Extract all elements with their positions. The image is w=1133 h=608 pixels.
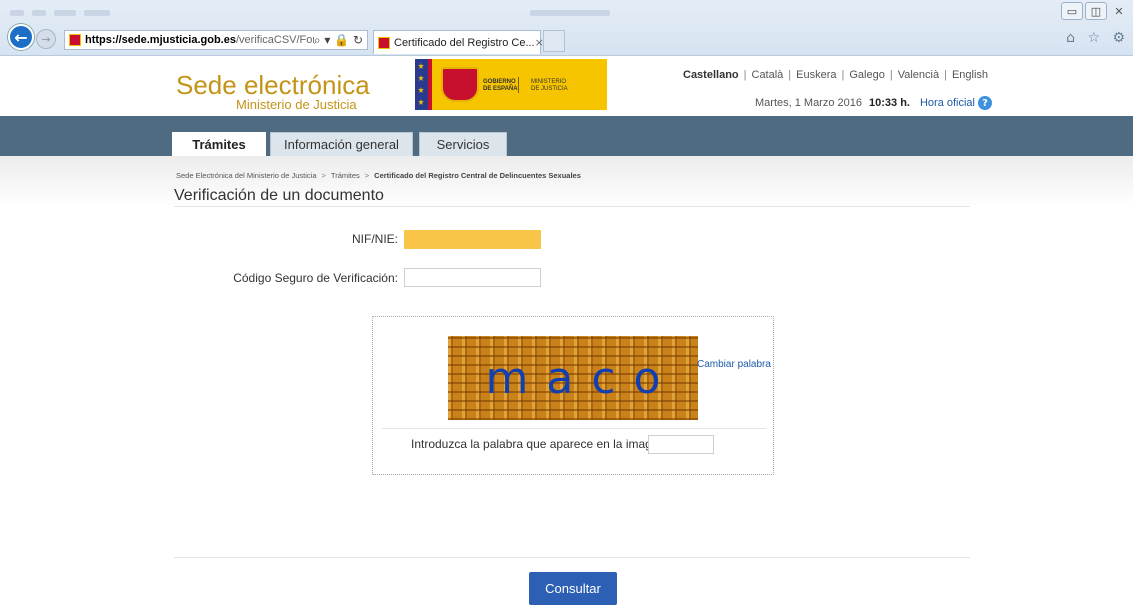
new-tab-button[interactable] [543, 30, 565, 52]
back-icon[interactable]: ← [8, 24, 34, 50]
address-url[interactable]: https://sede.mjusticia.gob.es/verificaCS… [85, 34, 314, 46]
lang-galego[interactable]: Galego [849, 69, 884, 81]
coat-of-arms-icon [441, 67, 479, 102]
captcha-prompt: Introduzca la palabra que aparece en la … [411, 437, 669, 451]
consultar-button[interactable]: Consultar [529, 572, 617, 605]
address-bar[interactable]: https://sede.mjusticia.gob.es/verificaCS… [64, 30, 368, 50]
current-date: Martes, 1 Marzo 2016 [755, 97, 862, 109]
site-logo-subtitle: Ministerio de Justicia [236, 97, 357, 112]
browser-tab[interactable]: Certificado del Registro Ce... × [373, 30, 544, 54]
help-icon[interactable]: ? [978, 96, 992, 110]
captcha-word: maco [485, 352, 679, 404]
ministry-name: MINISTERIO DE JUSTICIA [531, 79, 568, 92]
nif-input[interactable] [404, 230, 541, 249]
captcha-image: maco [448, 336, 698, 420]
browser-chrome: ▭ ◫ ✕ ← → https://sede.mjusticia.gob.es/… [0, 0, 1133, 56]
lang-castellano[interactable]: Castellano [683, 69, 739, 81]
lang-catala[interactable]: Català [752, 69, 784, 81]
breadcrumb: Sede Electrónica del Ministerio de Justi… [176, 171, 581, 180]
divider [174, 206, 970, 207]
address-controls-icon[interactable]: ⌕ ▾ 🔒 ↻ [314, 33, 363, 48]
captcha-divider [382, 428, 766, 429]
csv-label: Código Seguro de Verificación: [233, 271, 398, 285]
tab-tramites[interactable]: Trámites [172, 132, 266, 156]
official-time-link[interactable]: Hora oficial [920, 97, 975, 109]
breadcrumb-current: Certificado del Registro Central de Deli… [374, 171, 581, 180]
lang-valencia[interactable]: Valencià [898, 69, 939, 81]
close-window-button[interactable]: ✕ [1109, 2, 1129, 20]
lang-euskera[interactable]: Euskera [796, 69, 836, 81]
csv-input[interactable] [404, 268, 541, 287]
nif-label: NIF/NIE: [351, 232, 398, 246]
tab-servicios[interactable]: Servicios [419, 132, 507, 156]
language-selector: Castellano | Català | Euskera | Galego | Valenci… [683, 69, 989, 81]
window-controls: ▭ ◫ ✕ [1059, 2, 1129, 20]
gov-name: GOBIERNO DE ESPAÑA [483, 79, 518, 92]
breadcrumb-item[interactable]: Trámites [331, 171, 360, 180]
forward-icon[interactable]: → [36, 29, 56, 49]
title-bar [10, 4, 770, 16]
tab-title: Certificado del Registro Ce... [394, 36, 535, 49]
change-word-link[interactable]: Cambiar palabra [697, 359, 771, 370]
site-favicon-icon [69, 34, 81, 46]
minimize-button[interactable]: ▭ [1061, 2, 1083, 20]
restore-button[interactable]: ◫ [1085, 2, 1107, 20]
government-logo: GOBIERNO DE ESPAÑA MINISTERIO DE JUSTICIA [415, 59, 607, 110]
toolbar-icons[interactable]: ⌂ ☆ ⚙ [1066, 30, 1129, 46]
tab-favicon-icon [378, 36, 390, 49]
eu-flag-icon [415, 59, 428, 110]
current-time: 10:33 h. [869, 97, 910, 109]
date-time-bar: Martes, 1 Marzo 2016 10:33 h. Hora ofici… [755, 96, 992, 110]
spain-flag-icon [428, 59, 432, 110]
captcha-answer-input[interactable] [648, 435, 714, 454]
main-nav: Trámites Información general Servicios [0, 116, 1133, 156]
page-title: Verificación de un documento [174, 187, 384, 204]
lang-english[interactable]: English [952, 69, 988, 81]
breadcrumb-item[interactable]: Sede Electrónica del Ministerio de Justi… [176, 171, 317, 180]
divider [174, 557, 970, 558]
tab-informacion-general[interactable]: Información general [270, 132, 413, 156]
breadcrumb-area [0, 156, 1133, 206]
gov-divider [518, 77, 519, 93]
